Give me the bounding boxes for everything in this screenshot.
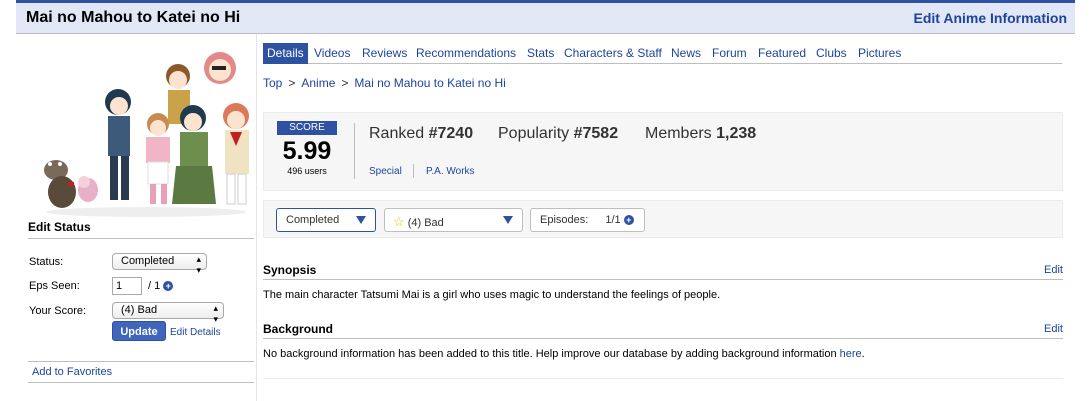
background-edit-link[interactable]: Edit: [1044, 323, 1063, 335]
tab-characters-staff[interactable]: Characters & Staff: [564, 43, 662, 64]
episodes-label: Episodes:: [540, 214, 589, 226]
breadcrumb: Top > Anime > Mai no Mahou to Katei no Hi: [263, 76, 506, 90]
plus-circle-icon[interactable]: +: [623, 215, 634, 225]
edit-status-heading: Edit Status: [28, 220, 254, 239]
list-status-bar: Completed ☆ (4) Bad Episodes: 1/1 +: [263, 200, 1063, 238]
eps-row: Eps Seen: / 1 +: [29, 277, 255, 297]
status-label: Status:: [29, 256, 64, 268]
background-text-row: No background information has been added…: [263, 348, 865, 360]
add-to-favorites-link[interactable]: Add to Favorites: [32, 366, 112, 378]
ranked-value: #7240: [428, 125, 474, 142]
studio-link[interactable]: P.A. Works: [426, 166, 475, 177]
tab-recommendations[interactable]: Recommendations: [416, 43, 516, 64]
tab-news[interactable]: News: [671, 43, 701, 64]
tab-featured[interactable]: Featured: [758, 43, 806, 64]
score-users: 496 users: [287, 166, 327, 176]
divider: [263, 378, 1063, 379]
synopsis-heading: Synopsis: [263, 263, 317, 277]
ranked-stat: Ranked #7240: [369, 125, 473, 143]
tab-forum[interactable]: Forum: [712, 43, 747, 64]
popularity-value: #7582: [573, 125, 619, 142]
edit-details-link[interactable]: Edit Details: [170, 327, 221, 338]
popularity-label: Popularity: [498, 125, 570, 142]
score-value: 5.99: [282, 137, 332, 165]
page-title: Mai no Mahou to Katei no Hi: [26, 9, 241, 26]
synopsis-text: The main character Tatsumi Mai is a girl…: [263, 289, 721, 301]
star-icon: ☆: [393, 214, 405, 229]
dropdown-arrow-icon: [503, 216, 513, 224]
tab-videos[interactable]: Videos: [314, 43, 350, 64]
background-text-end: .: [861, 348, 865, 360]
popularity-stat: Popularity #7582: [498, 125, 618, 143]
breadcrumb-top[interactable]: Top: [263, 76, 282, 90]
eps-seen-label: Eps Seen:: [29, 280, 80, 292]
divider: [28, 361, 254, 362]
divider: [354, 123, 355, 179]
tab-stats[interactable]: Stats: [527, 43, 554, 64]
background-text: No background information has been added…: [263, 348, 840, 360]
cover-image[interactable]: [28, 42, 254, 224]
title-bar: Mai no Mahou to Katei no Hi Edit Anime I…: [16, 0, 1075, 34]
eps-seen-input[interactable]: [112, 277, 142, 295]
episodes-value: 1/1: [605, 214, 621, 226]
list-status-value: Completed: [286, 214, 340, 226]
left-sidebar: Edit Status Status: Completed ▴ ▾ Eps See…: [16, 34, 257, 401]
members-label: Members: [645, 125, 712, 142]
breadcrumb-anime[interactable]: Anime: [301, 76, 335, 90]
score-row: Your Score: (4) Bad ▴ ▾: [29, 302, 255, 324]
episodes-box: Episodes: 1/1 +: [530, 208, 645, 232]
background-here-link[interactable]: here: [840, 348, 862, 360]
update-button[interactable]: Update: [112, 321, 166, 341]
tab-reviews[interactable]: Reviews: [362, 43, 407, 64]
breadcrumb-separator: >: [341, 76, 349, 90]
divider: [413, 164, 414, 178]
breadcrumb-separator: >: [288, 76, 296, 90]
dropdown-arrow-icon: [356, 216, 366, 224]
synopsis-edit-link[interactable]: Edit: [1044, 264, 1063, 276]
list-score-dropdown[interactable]: ☆ (4) Bad: [384, 208, 523, 232]
select-updown-icon: ▴ ▾: [213, 303, 218, 324]
eps-total-text: / 1: [148, 280, 161, 292]
tab-pictures[interactable]: Pictures: [858, 43, 901, 64]
plus-circle-icon[interactable]: +: [163, 281, 174, 291]
list-status-dropdown[interactable]: Completed: [276, 208, 376, 232]
ranked-label: Ranked: [369, 125, 425, 142]
edit-anime-info-link[interactable]: Edit Anime Information: [914, 10, 1067, 26]
divider: [28, 382, 254, 383]
status-select[interactable]: Completed ▴ ▾: [112, 253, 207, 275]
list-score-value: (4) Bad: [407, 217, 444, 229]
score-select[interactable]: (4) Bad ▴ ▾: [112, 302, 224, 324]
members-value: 1,238: [716, 125, 757, 142]
score-select-value: (4) Bad: [121, 304, 158, 316]
status-select-value: Completed: [121, 255, 175, 267]
type-link[interactable]: Special: [369, 166, 402, 177]
eps-total: / 1 +: [148, 280, 174, 292]
tab-details[interactable]: Details: [263, 43, 308, 64]
nav-tabs: Details Videos Reviews Recommendations S…: [263, 43, 1062, 64]
background-heading-row: Background Edit: [263, 322, 1063, 339]
status-row: Status: Completed ▴ ▾: [29, 253, 255, 275]
members-stat: Members 1,238: [645, 125, 756, 143]
stats-box: SCORE 5.99 496 users Ranked #7240 Popula…: [263, 112, 1063, 191]
your-score-label: Your Score:: [29, 305, 87, 317]
score-badge: SCORE: [277, 121, 337, 135]
select-updown-icon: ▴ ▾: [196, 254, 201, 275]
synopsis-heading-row: Synopsis Edit: [263, 263, 1063, 280]
breadcrumb-current[interactable]: Mai no Mahou to Katei no Hi: [354, 76, 505, 90]
tab-clubs[interactable]: Clubs: [816, 43, 847, 64]
background-heading: Background: [263, 322, 334, 336]
